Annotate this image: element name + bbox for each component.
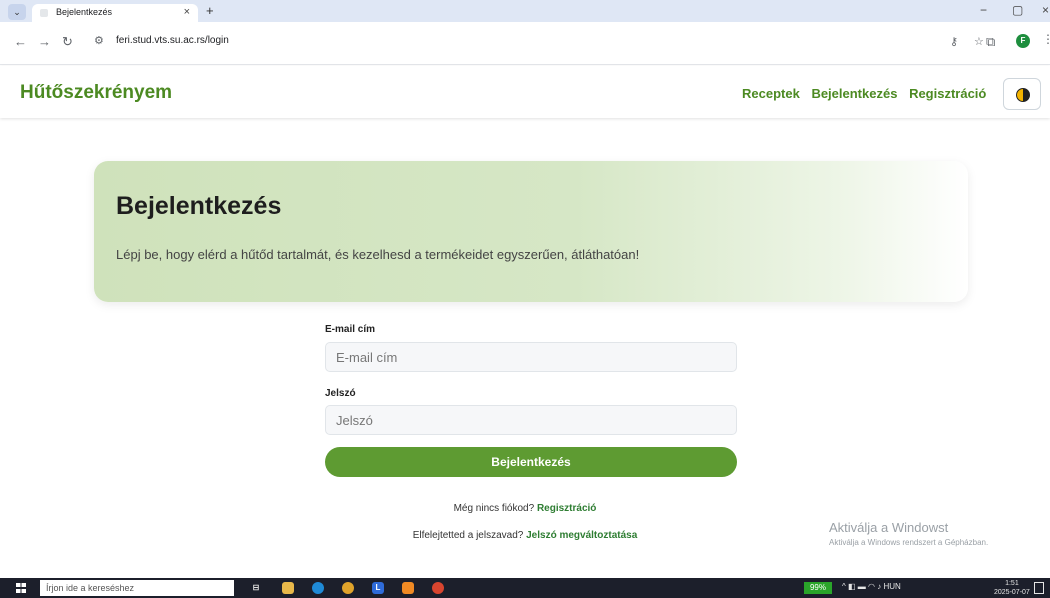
windows-taskbar: Írjon ide a kereséshez ⊟ L 99% ^ ◧ ▬ ◠ ♪… [0,578,1050,598]
browser-tab[interactable]: Bejelentkezés × [32,4,198,22]
edge-icon[interactable] [312,582,324,594]
tray-volume-icon[interactable]: ♪ [877,582,881,591]
theme-half-circle-icon [1016,88,1030,102]
tab-search-icon[interactable]: ⌄ [8,4,26,20]
back-icon[interactable]: ← [14,34,27,49]
clock-time: 1:51 [1005,580,1019,587]
favicon-icon [40,9,48,17]
nav-link-recipes[interactable]: Receptek [742,86,800,101]
profile-avatar[interactable]: F [1016,34,1030,48]
browser-toolbar: ← → ↻ ⚙ feri.stud.vts.su.ac.rs/login ⚷ ☆… [0,22,1050,65]
theme-toggle-button[interactable] [1003,78,1041,110]
maximize-icon[interactable]: ▢ [1012,3,1023,17]
task-view-icon[interactable]: ⊟ [250,582,262,594]
email-input[interactable] [325,342,737,372]
tray-wifi-icon[interactable]: ◠ [868,582,875,591]
bookmark-star-icon[interactable]: ☆ [974,35,984,48]
window-close-icon[interactable]: × [1042,3,1049,17]
nav-links: Receptek Bejelentkezés Regisztráció [742,86,994,101]
app-red-icon[interactable] [432,582,444,594]
battery-indicator[interactable]: 99% [804,582,832,594]
menu-kebab-icon[interactable]: ⋮ [1042,32,1050,46]
activation-title: Aktiválja a Windowst [829,520,949,535]
register-hint: Még nincs fiókod? Regisztráció [0,503,1050,514]
login-hero-card: Bejelentkezés Lépj be, hogy elérd a hűtő… [94,161,968,302]
password-label: Jelszó [325,388,356,399]
login-submit-button[interactable]: Bejelentkezés [325,447,737,477]
brand-logo[interactable]: Hűtőszekrényem [20,82,172,104]
nav-link-register[interactable]: Regisztráció [909,86,986,101]
taskbar-search-input[interactable]: Írjon ide a kereséshez [40,580,234,596]
reset-password-link[interactable]: Jelszó megváltoztatása [526,530,637,541]
browser-tabstrip: ⌄ Bejelentkezés × + − ▢ × [0,0,1050,22]
forward-icon[interactable]: → [38,34,51,49]
activation-subtitle: Aktiválja a Windows rendszert a Gépházba… [829,538,989,547]
system-tray: ^ ◧ ▬ ◠ ♪ HUN [842,582,901,591]
xampp-icon[interactable] [402,582,414,594]
windows-start-icon[interactable] [16,583,26,593]
taskbar-clock[interactable]: 1:51 2025-07-07 [994,579,1030,597]
tray-chevron-icon[interactable]: ^ [842,582,846,591]
tray-language[interactable]: HUN [883,582,900,591]
tab-close-icon[interactable]: × [184,6,190,18]
windows-activation-watermark: Aktiválja a Windowst Aktiválja a Windows… [829,520,988,547]
reload-icon[interactable]: ↻ [62,34,73,50]
site-info-icon[interactable]: ⚙ [94,34,104,47]
new-tab-icon[interactable]: + [206,3,214,18]
tray-network-icon[interactable]: ◧ [848,582,856,591]
email-label: E-mail cím [325,324,376,335]
url-text: feri.stud.vts.su.ac.rs/login [116,35,229,46]
site-navbar: Hűtőszekrényem Receptek Bejelentkezés Re… [0,66,1050,118]
clock-date: 2025-07-07 [994,589,1030,596]
tray-monitor-icon[interactable]: ▬ [858,582,866,591]
password-key-icon[interactable]: ⚷ [950,35,958,48]
password-input[interactable] [325,405,737,435]
tab-title: Bejelentkezés [56,7,113,17]
nav-link-login[interactable]: Bejelentkezés [811,86,897,101]
extensions-icon[interactable]: ⧉ [986,34,995,50]
address-bar[interactable]: ⚙ feri.stud.vts.su.ac.rs/login ⚷ ☆ [86,28,984,54]
app-l-icon[interactable]: L [372,582,384,594]
chrome-icon[interactable] [342,582,354,594]
forgot-password-text: Elfelejtetted a jelszavad? [412,530,524,541]
hero-subtitle: Lépj be, hogy elérd a hűtőd tartalmát, é… [116,247,640,262]
minimize-icon[interactable]: − [980,3,987,17]
notification-icon[interactable] [1034,582,1044,594]
file-explorer-icon[interactable] [282,582,294,594]
no-account-text: Még nincs fiókod? [453,503,535,514]
page-title: Bejelentkezés [116,192,282,220]
register-link[interactable]: Regisztráció [537,503,596,514]
